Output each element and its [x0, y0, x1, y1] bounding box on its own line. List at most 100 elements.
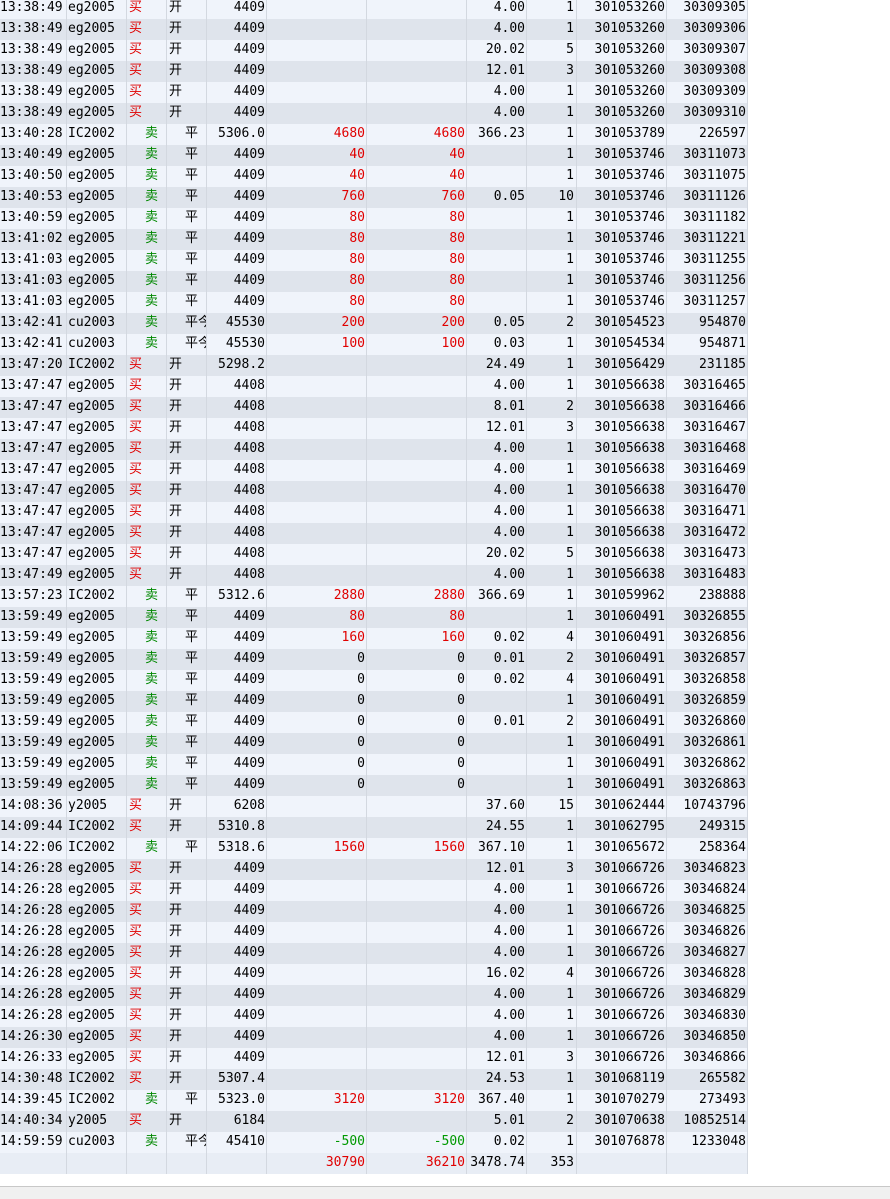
cell-order-id: 301060491	[577, 607, 667, 628]
cell-close-profit-by-trade: 80	[367, 292, 467, 313]
table-row[interactable]: 13:41:03 eg2005 卖平 4409 80 80 1 301053746 303112…	[0, 271, 748, 292]
cell-trade-id: 30316466	[667, 397, 748, 418]
cell-direction: 买	[127, 481, 167, 502]
table-row[interactable]: 14:30:48 IC2002 买开 5307.4 24.53 1 301068119 265…	[0, 1069, 748, 1090]
table-row[interactable]: 13:59:49 eg2005 卖平 4409 0 0 0.01 2 301060491 3032…	[0, 712, 748, 733]
table-row[interactable]: 13:38:49 eg2005 买开 4409 4.00 1 301053260 303093…	[0, 0, 748, 19]
cell-direction: 卖	[127, 313, 167, 334]
cell-fee: 4.00	[467, 901, 527, 922]
table-row[interactable]: 13:47:47 eg2005 买开 4408 4.00 1 301056638 303164…	[0, 376, 748, 397]
cell-trade-id: 30311075	[667, 166, 748, 187]
table-row[interactable]: 13:47:20 IC2002 买开 5298.2 24.49 1 301056429 231…	[0, 355, 748, 376]
cell-quantity: 1	[527, 481, 577, 502]
table-row[interactable]: 14:22:06 IC2002 卖平 5318.6 1560 1560 367.10 1 301…	[0, 838, 748, 859]
table-row[interactable]: 14:26:28 eg2005 买开 4409 4.00 1 301066726 303468…	[0, 901, 748, 922]
table-row[interactable]: 13:59:49 eg2005 卖平 4409 80 80 1 301060491 303268…	[0, 607, 748, 628]
cell-trade-id: 30346825	[667, 901, 748, 922]
cell-close-profit-by-date: 80	[267, 250, 367, 271]
table-row[interactable]: 13:59:49 eg2005 卖平 4409 0 0 1 301060491 30326859	[0, 691, 748, 712]
cell-price: 5323.0	[207, 1090, 267, 1111]
table-row[interactable]: 13:59:49 eg2005 卖平 4409 0 0 0.01 2 301060491 3032…	[0, 649, 748, 670]
cell-symbol: eg2005	[67, 61, 127, 82]
cell-trade-id: 30326857	[667, 649, 748, 670]
table-row[interactable]: 13:47:47 eg2005 买开 4408 4.00 1 301056638 303164…	[0, 523, 748, 544]
table-row[interactable]: 13:42:41cu2003卖平今455302002000.0523010545…	[0, 313, 748, 334]
table-row[interactable]: 14:26:28 eg2005 买开 4409 4.00 1 301066726 303468…	[0, 943, 748, 964]
cell-close-profit-by-date: -500	[267, 1132, 367, 1153]
table-row[interactable]: 13:59:49 eg2005 卖平 4409 0 0 1 301060491 30326861	[0, 733, 748, 754]
cell-fee: 4.00	[467, 502, 527, 523]
table-row[interactable]: 13:47:47 eg2005 买开 4408 4.00 1 301056638 303164…	[0, 439, 748, 460]
cell-trade-time: 14:26:28	[0, 1006, 67, 1027]
cell-close-profit-by-trade: 0	[367, 733, 467, 754]
table-row[interactable]: 13:47:49 eg2005 买开 4408 4.00 1 301056638 303164…	[0, 565, 748, 586]
table-row[interactable]: 13:40:50 eg2005 卖平 4409 40 40 1 301053746 303110…	[0, 166, 748, 187]
table-row[interactable]: 14:26:28 eg2005 买开 4409 4.00 1 301066726 303468…	[0, 985, 748, 1006]
cell-close-profit-by-trade	[367, 439, 467, 460]
cell-fee: 0.03	[467, 334, 527, 355]
table-row[interactable]: 13:41:03 eg2005 卖平 4409 80 80 1 301053746 303112…	[0, 292, 748, 313]
table-row[interactable]: 13:47:47 eg2005 买开 4408 12.01 3 301056638 30316…	[0, 418, 748, 439]
table-row[interactable]: 14:26:28 eg2005 买开 4409 12.01 3 301066726 30346…	[0, 859, 748, 880]
cell-quantity: 1	[527, 334, 577, 355]
horizontal-scrollbar[interactable]	[0, 1186, 890, 1199]
cell-order-id: 301053260	[577, 0, 667, 19]
cell-symbol: eg2005	[67, 754, 127, 775]
cell-close-profit-by-trade	[367, 1027, 467, 1048]
cell-trade-id: 954871	[667, 334, 748, 355]
table-row[interactable]: 14:26:33 eg2005 买开 4409 12.01 3 301066726 30346…	[0, 1048, 748, 1069]
cell-fee: 4.00	[467, 103, 527, 124]
table-row[interactable]: 13:38:49 eg2005 买开 4409 20.02 5 301053260 30309…	[0, 40, 748, 61]
table-row[interactable]: 13:38:49 eg2005 买开 4409 4.00 1 301053260 303093…	[0, 82, 748, 103]
cell-price: 4409	[207, 607, 267, 628]
cell-fee: 366.23	[467, 124, 527, 145]
table-row[interactable]: 13:38:49 eg2005 买开 4409 4.00 1 301053260 303093…	[0, 19, 748, 40]
cell-symbol: cu2003	[67, 313, 127, 334]
table-row[interactable]: 14:26:28 eg2005 买开 4409 4.00 1 301066726 303468…	[0, 1006, 748, 1027]
table-row[interactable]: 13:42:41cu2003卖平今455301001000.0313010545…	[0, 334, 748, 355]
table-row[interactable]: 14:26:28 eg2005 买开 4409 16.02 4 301066726 30346…	[0, 964, 748, 985]
cell-price: 4409	[207, 628, 267, 649]
table-row[interactable]: 13:47:47 eg2005 买开 4408 4.00 1 301056638 303164…	[0, 460, 748, 481]
cell-trade-id: 30326855	[667, 607, 748, 628]
table-row[interactable]: 14:59:59cu2003卖平今45410-500-5000.02130107…	[0, 1132, 748, 1153]
table-row[interactable]: 13:40:49 eg2005 卖平 4409 40 40 1 301053746 303110…	[0, 145, 748, 166]
cell-trade-time: 13:38:49	[0, 19, 67, 40]
table-row[interactable]: 13:59:49 eg2005 卖平 4409 0 0 1 301060491 30326862	[0, 754, 748, 775]
table-row[interactable]: 14:26:28 eg2005 买开 4409 4.00 1 301066726 303468…	[0, 922, 748, 943]
table-row[interactable]: 13:59:49 eg2005 卖平 4409 0 0 1 301060491 30326863	[0, 775, 748, 796]
cell-trade-id: 30346866	[667, 1048, 748, 1069]
table-row[interactable]: 13:59:49 eg2005 卖平 4409 160 160 0.02 4 301060491…	[0, 628, 748, 649]
table-row[interactable]: 13:57:23 IC2002 卖平 5312.6 2880 2880 366.69 1 301…	[0, 586, 748, 607]
table-row[interactable]: 13:40:53 eg2005 卖平 4409 760 760 0.05 10 30105374…	[0, 187, 748, 208]
cell-symbol: eg2005	[67, 439, 127, 460]
cell-quantity: 1	[527, 523, 577, 544]
table-row[interactable]: 13:40:28 IC2002 卖平 5306.0 4680 4680 366.23 1 301…	[0, 124, 748, 145]
cell-direction: 卖	[127, 1132, 167, 1153]
cell-close-profit-by-date: 100	[267, 334, 367, 355]
cell-symbol: eg2005	[67, 0, 127, 19]
table-row[interactable]: 14:09:44 IC2002 买开 5310.8 24.55 1 301062795 249…	[0, 817, 748, 838]
cell-fee: 4.00	[467, 376, 527, 397]
cell-price: 45530	[207, 313, 267, 334]
table-row[interactable]: 14:40:34 y2005 买开 6184 5.01 2 301070638 1085251…	[0, 1111, 748, 1132]
table-row[interactable]: 13:47:47 eg2005 买开 4408 8.01 2 301056638 303164…	[0, 397, 748, 418]
cell-close-profit-by-trade	[367, 859, 467, 880]
table-row[interactable]: 13:41:03 eg2005 卖平 4409 80 80 1 301053746 303112…	[0, 250, 748, 271]
table-row[interactable]: 13:38:49 eg2005 买开 4409 12.01 3 301053260 30309…	[0, 61, 748, 82]
table-row[interactable]: 14:26:28 eg2005 买开 4409 4.00 1 301066726 303468…	[0, 880, 748, 901]
table-row[interactable]: 13:38:49 eg2005 买开 4409 4.00 1 301053260 303093…	[0, 103, 748, 124]
cell-open-close: 开	[167, 1027, 207, 1048]
table-row[interactable]: 13:59:49 eg2005 卖平 4409 0 0 0.02 4 301060491 3032…	[0, 670, 748, 691]
table-row[interactable]: 14:26:30 eg2005 买开 4409 4.00 1 301066726 303468…	[0, 1027, 748, 1048]
cell-close-profit-by-trade	[367, 376, 467, 397]
total-quantity: 353	[527, 1153, 577, 1174]
table-row[interactable]: 14:39:45 IC2002 卖平 5323.0 3120 3120 367.40 1 301…	[0, 1090, 748, 1111]
table-row[interactable]: 13:47:47 eg2005 买开 4408 4.00 1 301056638 303164…	[0, 502, 748, 523]
cell-price: 5306.0	[207, 124, 267, 145]
table-row[interactable]: 14:08:36 y2005 买开 6208 37.60 15 301062444 10743…	[0, 796, 748, 817]
table-row[interactable]: 13:47:47 eg2005 买开 4408 20.02 5 301056638 30316…	[0, 544, 748, 565]
table-row[interactable]: 13:47:47 eg2005 买开 4408 4.00 1 301056638 303164…	[0, 481, 748, 502]
table-row[interactable]: 13:40:59 eg2005 卖平 4409 80 80 1 301053746 303111…	[0, 208, 748, 229]
table-row[interactable]: 13:41:02 eg2005 卖平 4409 80 80 1 301053746 303112…	[0, 229, 748, 250]
